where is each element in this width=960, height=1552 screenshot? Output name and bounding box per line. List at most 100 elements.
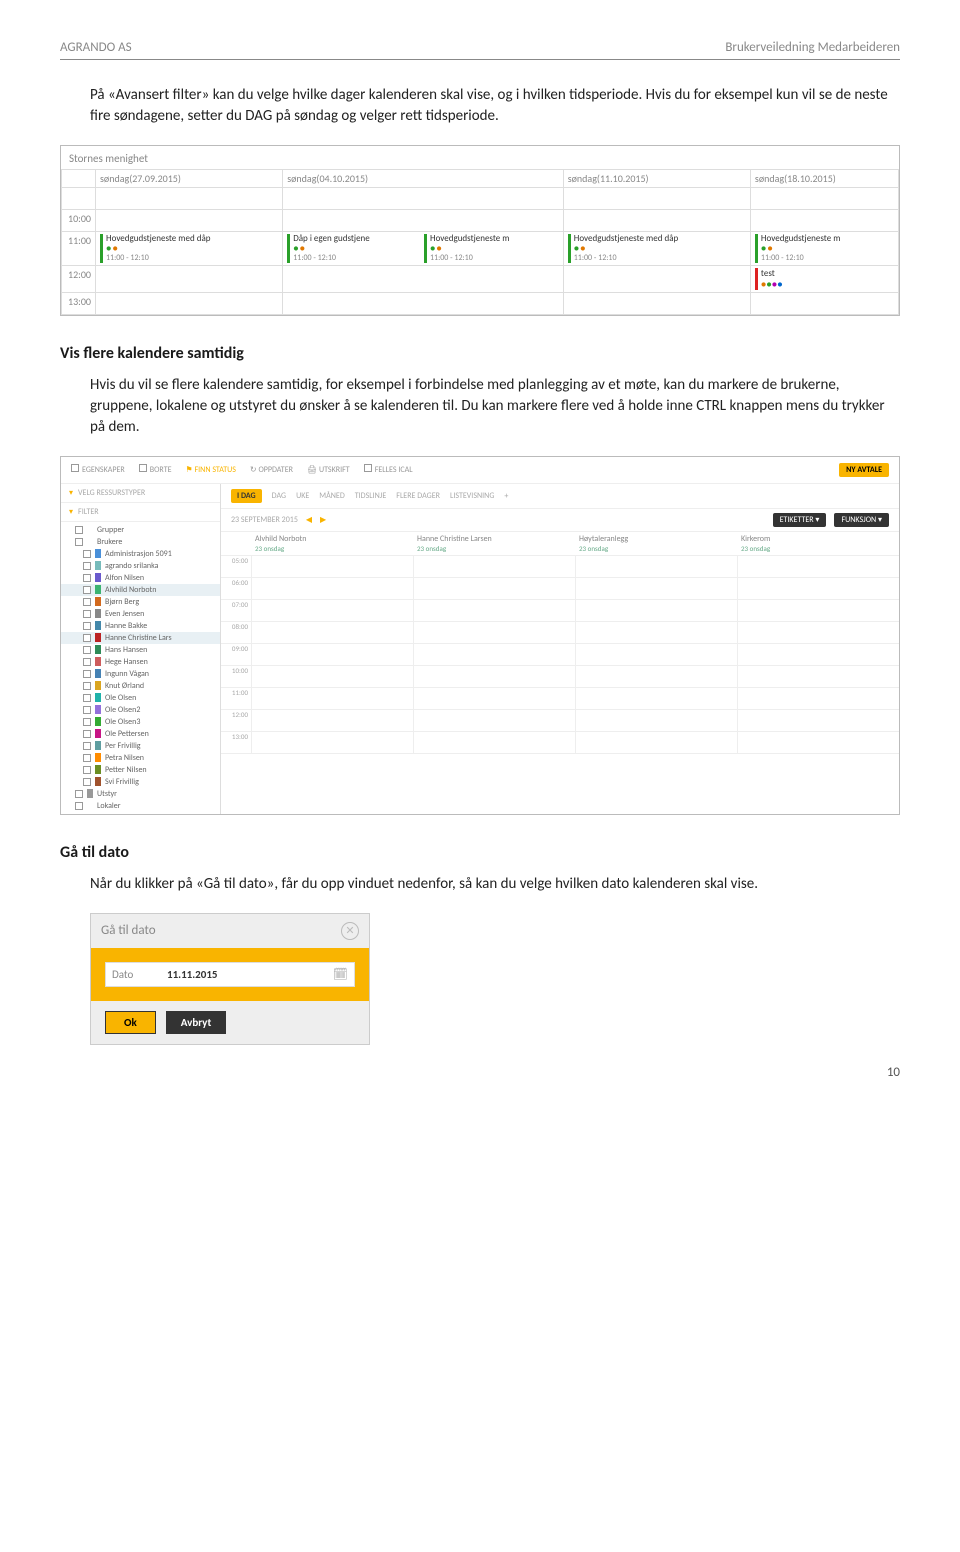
sidebar-user[interactable]: Ole Olsen bbox=[61, 692, 220, 704]
sidebar-user[interactable]: Alvhild Norbotn bbox=[61, 584, 220, 596]
prev-icon[interactable]: ◀ bbox=[306, 515, 312, 525]
calendar-icon[interactable]: 🗓 bbox=[333, 967, 348, 982]
view-tab[interactable]: I DAG bbox=[231, 489, 262, 503]
ok-button[interactable]: Ok bbox=[105, 1011, 156, 1034]
view-tab[interactable]: DAG bbox=[272, 491, 286, 501]
calendar-cell[interactable]: Hovedgudstjeneste med dåp ●● 11:00 - 12:… bbox=[563, 232, 750, 266]
grid-cell[interactable] bbox=[576, 556, 737, 578]
sidebar-user[interactable]: Per Frivillig bbox=[61, 740, 220, 752]
toolbar-item[interactable]: FELLES ICAL bbox=[375, 465, 413, 475]
grid-cell[interactable] bbox=[414, 578, 575, 600]
grid-cell[interactable] bbox=[252, 710, 413, 732]
grid-cell[interactable] bbox=[576, 622, 737, 644]
sidebar-user[interactable]: agrando srilanka bbox=[61, 560, 220, 572]
sidebar-user[interactable]: Ole Pettersen bbox=[61, 728, 220, 740]
column-header: Alvhild Norbotn23 onsdag bbox=[251, 532, 413, 555]
sidebar-user[interactable]: Ole Olsen2 bbox=[61, 704, 220, 716]
grid-cell[interactable] bbox=[414, 622, 575, 644]
view-tab[interactable]: TIDSLINJE bbox=[355, 491, 387, 501]
function-button[interactable]: FUNKSJON ▾ bbox=[834, 513, 889, 527]
sidebar-user[interactable]: Knut Ørland bbox=[61, 680, 220, 692]
grid-cell[interactable] bbox=[414, 666, 575, 688]
time-label: 10:00 bbox=[221, 666, 251, 688]
time-label: 10:00 bbox=[62, 210, 96, 232]
view-tab[interactable]: UKE bbox=[296, 491, 309, 501]
time-label: 12:00 bbox=[62, 265, 96, 292]
grid-cell[interactable] bbox=[576, 600, 737, 622]
grid-cell[interactable] bbox=[738, 622, 899, 644]
toolbar-item[interactable]: UTSKRIFT bbox=[319, 465, 350, 475]
sidebar-user[interactable]: Hege Hansen bbox=[61, 656, 220, 668]
toolbar-item[interactable]: OPPDATER bbox=[258, 465, 293, 475]
calendar-cell[interactable]: test ●●●● bbox=[750, 265, 898, 292]
sidebar-user[interactable]: Alfon Nilsen bbox=[61, 572, 220, 584]
grid-cell[interactable] bbox=[414, 688, 575, 710]
sidebar-group[interactable]: Utstyr bbox=[61, 788, 220, 800]
next-icon[interactable]: ▶ bbox=[320, 515, 326, 525]
sidebar-group[interactable]: Grupper bbox=[61, 524, 220, 536]
grid-cell[interactable] bbox=[738, 710, 899, 732]
grid-cell[interactable] bbox=[738, 600, 899, 622]
calendar-cell[interactable]: Hovedgudstjeneste med dåp ●● 11:00 - 12:… bbox=[96, 232, 283, 266]
grid-cell[interactable] bbox=[738, 644, 899, 666]
toolbar-item[interactable]: BORTE bbox=[150, 465, 172, 475]
labels-button[interactable]: ETIKETTER ▾ bbox=[773, 513, 827, 527]
grid-cell[interactable] bbox=[576, 644, 737, 666]
grid-cell[interactable] bbox=[576, 688, 737, 710]
view-tab[interactable]: LISTEVISNING bbox=[450, 491, 494, 501]
view-tab[interactable]: FLERE DAGER bbox=[396, 491, 440, 501]
grid-cell[interactable] bbox=[414, 732, 575, 754]
grid-cell[interactable] bbox=[252, 622, 413, 644]
grid-cell[interactable] bbox=[252, 732, 413, 754]
grid-cell[interactable] bbox=[252, 578, 413, 600]
grid-cell[interactable] bbox=[738, 666, 899, 688]
grid-cell[interactable] bbox=[576, 732, 737, 754]
grid-cell[interactable] bbox=[738, 556, 899, 578]
grid-cell[interactable] bbox=[414, 556, 575, 578]
sidebar-user[interactable]: Bjørn Berg bbox=[61, 596, 220, 608]
grid-cell[interactable] bbox=[252, 600, 413, 622]
resource-types-toggle[interactable]: ▾VELG RESSURSTYPER bbox=[61, 484, 220, 503]
close-icon[interactable]: ✕ bbox=[341, 922, 359, 940]
date-label: Dato bbox=[112, 968, 167, 981]
view-tab[interactable]: MÅNED bbox=[319, 491, 344, 501]
grid-cell[interactable] bbox=[252, 644, 413, 666]
grid-cell[interactable] bbox=[576, 578, 737, 600]
sidebar-group[interactable]: Brukere bbox=[61, 536, 220, 548]
section-multi-calendar: Vis flere kalendere samtidig bbox=[60, 344, 900, 363]
filter-toggle[interactable]: ▾FILTER bbox=[61, 503, 220, 522]
sidebar-user[interactable]: Even Jensen bbox=[61, 608, 220, 620]
calendar-cell[interactable]: Dåp i egen gudstjene ●● 11:00 - 12:10 Ho… bbox=[283, 232, 564, 266]
grid-cell[interactable] bbox=[576, 710, 737, 732]
goto-date-para: Når du klikker på «Gå til dato», får du … bbox=[90, 874, 900, 895]
add-view-icon[interactable]: + bbox=[504, 491, 508, 501]
calendar-cell[interactable]: Hovedgudstjeneste m ●● 11:00 - 12:10 bbox=[750, 232, 898, 266]
sidebar-user[interactable]: Svi Frivillig bbox=[61, 776, 220, 788]
sidebar-user[interactable]: Petra Nilsen bbox=[61, 752, 220, 764]
cancel-button[interactable]: Avbryt bbox=[166, 1011, 227, 1034]
grid-cell[interactable] bbox=[414, 710, 575, 732]
new-appointment-button[interactable]: NY AVTALE bbox=[839, 463, 889, 477]
sidebar-user[interactable]: Hanne Bakke bbox=[61, 620, 220, 632]
grid-cell[interactable] bbox=[252, 666, 413, 688]
grid-cell[interactable] bbox=[414, 600, 575, 622]
grid-cell[interactable] bbox=[738, 688, 899, 710]
sidebar-user[interactable]: Ingunn Vågan bbox=[61, 668, 220, 680]
grid-cell[interactable] bbox=[252, 688, 413, 710]
sidebar-user[interactable]: Hans Hansen bbox=[61, 644, 220, 656]
sidebar-user[interactable]: Ole Olsen3 bbox=[61, 716, 220, 728]
sidebar-user[interactable]: Petter Nilsen bbox=[61, 764, 220, 776]
sidebar-group[interactable]: Lokaler bbox=[61, 800, 220, 812]
day-header: søndag(18.10.2015) bbox=[750, 170, 898, 188]
day-header: søndag(11.10.2015) bbox=[563, 170, 750, 188]
sidebar-user[interactable]: Hanne Christine Lars bbox=[61, 632, 220, 644]
sidebar-user[interactable]: Administrasjon 5091 bbox=[61, 548, 220, 560]
date-value[interactable]: 11.11.2015 bbox=[167, 968, 333, 981]
grid-cell[interactable] bbox=[414, 644, 575, 666]
grid-cell[interactable] bbox=[252, 556, 413, 578]
toolbar-item[interactable]: FINN STATUS bbox=[194, 465, 235, 475]
toolbar-item[interactable]: EGENSKAPER bbox=[82, 465, 125, 475]
grid-cell[interactable] bbox=[576, 666, 737, 688]
grid-cell[interactable] bbox=[738, 578, 899, 600]
grid-cell[interactable] bbox=[738, 732, 899, 754]
